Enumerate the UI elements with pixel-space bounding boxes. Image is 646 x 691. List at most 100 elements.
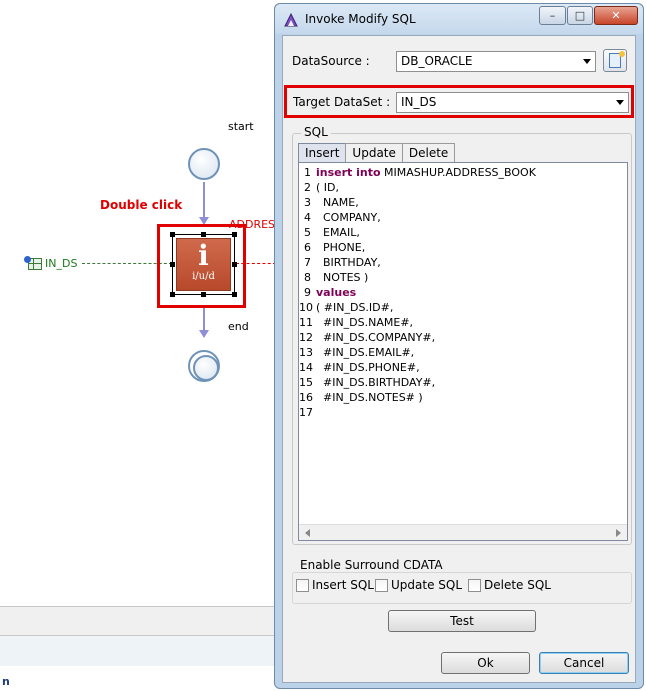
dialog-client-area: DataSource : DB_ORACLE Target DataSet : …: [282, 35, 636, 683]
workflow-canvas[interactable]: start Double click ADDRESS IN_DS i i/u/d…: [0, 0, 282, 691]
invoke-modify-sql-node[interactable]: i i/u/d: [170, 232, 237, 297]
code-line: 16 #IN_DS.NOTES# ): [299, 390, 536, 405]
maximize-button[interactable]: □: [567, 6, 593, 25]
sql-code: 1 insert into MIMASHUP.ADDRESS_BOOK 2 ( ID,…: [299, 165, 536, 420]
chevron-down-icon: [616, 100, 624, 105]
code-line: 7 BIRTHDAY,: [299, 255, 536, 270]
line-number: 5: [304, 226, 311, 239]
chevron-down-icon: [583, 59, 591, 64]
end-event-node[interactable]: [188, 350, 220, 382]
minimize-button[interactable]: –: [539, 6, 566, 25]
cdata-group-label: Enable Surround CDATA: [297, 558, 446, 572]
sql-text: COMPANY,: [316, 211, 381, 224]
in-ds-label: IN_DS: [45, 257, 78, 270]
sql-text: NAME,: [316, 196, 359, 209]
tab-update[interactable]: Update: [345, 143, 403, 163]
dialog-titlebar[interactable]: Invoke Modify SQL – □ ✕: [275, 4, 643, 34]
scroll-right-icon[interactable]: [616, 529, 621, 537]
resize-handle[interactable]: [170, 292, 175, 297]
code-line: 12 #IN_DS.COMPANY#,: [299, 330, 536, 345]
resize-handle[interactable]: [232, 232, 237, 237]
datasource-label: DataSource :: [292, 54, 370, 68]
task-sub-label: i/u/d: [192, 271, 215, 282]
invoke-modify-sql-dialog: Invoke Modify SQL – □ ✕ DataSource : DB_…: [274, 3, 644, 689]
line-number: 7: [304, 256, 311, 269]
line-number: 4: [304, 211, 311, 224]
sql-editor[interactable]: 1 insert into MIMASHUP.ADDRESS_BOOK 2 ( ID,…: [298, 162, 628, 541]
flow-connector-start: [203, 182, 205, 220]
checkbox-icon[interactable]: [375, 578, 388, 592]
resize-handle[interactable]: [232, 262, 237, 267]
code-line: 4 COMPANY,: [299, 210, 536, 225]
code-line: 5 EMAIL,: [299, 225, 536, 240]
flow-connector-end: [203, 308, 205, 332]
target-dataset-label: Target DataSet :: [293, 95, 391, 109]
checkbox-icon[interactable]: [296, 578, 309, 592]
line-number: 6: [304, 241, 311, 254]
sql-text: #IN_DS.BIRTHDAY#,: [316, 376, 436, 389]
update-sql-label: Update SQL: [391, 578, 463, 592]
ok-button[interactable]: Ok: [441, 652, 530, 674]
sql-tabs: Insert Update Delete: [298, 143, 456, 163]
insert-sql-label: Insert SQL: [312, 578, 374, 592]
update-sql-checkbox[interactable]: Update SQL: [375, 578, 462, 592]
code-line: 6 PHONE,: [299, 240, 536, 255]
resize-handle[interactable]: [201, 232, 206, 237]
line-number: 15: [299, 376, 313, 389]
tab-delete[interactable]: Delete: [401, 143, 456, 163]
sql-text: #IN_DS.COMPANY#,: [316, 331, 436, 344]
code-line: 1 insert into MIMASHUP.ADDRESS_BOOK: [299, 165, 536, 180]
test-button[interactable]: Test: [388, 610, 536, 632]
datasource-value: DB_ORACLE: [401, 54, 473, 68]
resize-handle[interactable]: [201, 292, 206, 297]
scroll-left-icon[interactable]: [305, 529, 310, 537]
resize-handle[interactable]: [170, 232, 175, 237]
info-badge-icon: [24, 255, 31, 263]
datasource-select[interactable]: DB_ORACLE: [396, 51, 596, 72]
code-line: 10( #IN_DS.ID#,: [299, 300, 536, 315]
sql-text: #IN_DS.NAME#,: [316, 316, 414, 329]
sql-text: #IN_DS.EMAIL#,: [316, 346, 415, 359]
arrow-head-icon: [199, 330, 209, 338]
sql-text: #IN_DS.PHONE#,: [316, 361, 420, 374]
insert-sql-checkbox[interactable]: Insert SQL: [296, 578, 374, 592]
end-label: end: [228, 320, 249, 333]
start-label: start: [228, 120, 254, 133]
sql-task-icon: i i/u/d: [176, 238, 231, 291]
line-number: 11: [299, 316, 313, 329]
app-icon: [284, 12, 298, 27]
cancel-button[interactable]: Cancel: [539, 652, 629, 674]
resize-handle[interactable]: [232, 292, 237, 297]
sql-group-label: SQL: [301, 125, 331, 139]
in-ds-dataset[interactable]: IN_DS: [24, 255, 78, 270]
resize-handle[interactable]: [170, 262, 175, 267]
dialog-title: Invoke Modify SQL: [305, 12, 416, 26]
code-line: 9 values: [299, 285, 536, 300]
datasource-config-button[interactable]: [603, 49, 627, 72]
editor-horizontal-scrollbar[interactable]: [299, 524, 627, 540]
delete-sql-label: Delete SQL: [484, 578, 551, 592]
code-line: 13 #IN_DS.EMAIL#,: [299, 345, 536, 360]
code-line: 2 ( ID,: [299, 180, 536, 195]
dataset-grid-icon: [24, 255, 42, 270]
sql-text: ( #IN_DS.ID#,: [316, 301, 394, 314]
close-button[interactable]: ✕: [594, 6, 638, 25]
target-dataset-value: IN_DS: [401, 95, 437, 109]
delete-sql-checkbox[interactable]: Delete SQL: [468, 578, 551, 592]
line-number: 9: [304, 286, 311, 299]
canvas-scrollbar-area[interactable]: [0, 606, 278, 636]
line-number: 2: [304, 181, 311, 194]
target-dataset-select[interactable]: IN_DS: [396, 92, 629, 113]
start-event-node[interactable]: [188, 148, 220, 180]
bottom-panel: [0, 636, 278, 666]
line-number: 14: [299, 361, 313, 374]
line-number: 12: [299, 331, 313, 344]
double-click-annotation: Double click: [100, 198, 183, 212]
code-line: 14 #IN_DS.PHONE#,: [299, 360, 536, 375]
code-line: 3 NAME,: [299, 195, 536, 210]
code-line: 11 #IN_DS.NAME#,: [299, 315, 536, 330]
code-line: 17: [299, 405, 536, 420]
line-number: 8: [304, 271, 311, 284]
tab-insert[interactable]: Insert: [298, 143, 347, 163]
checkbox-icon[interactable]: [468, 578, 481, 592]
